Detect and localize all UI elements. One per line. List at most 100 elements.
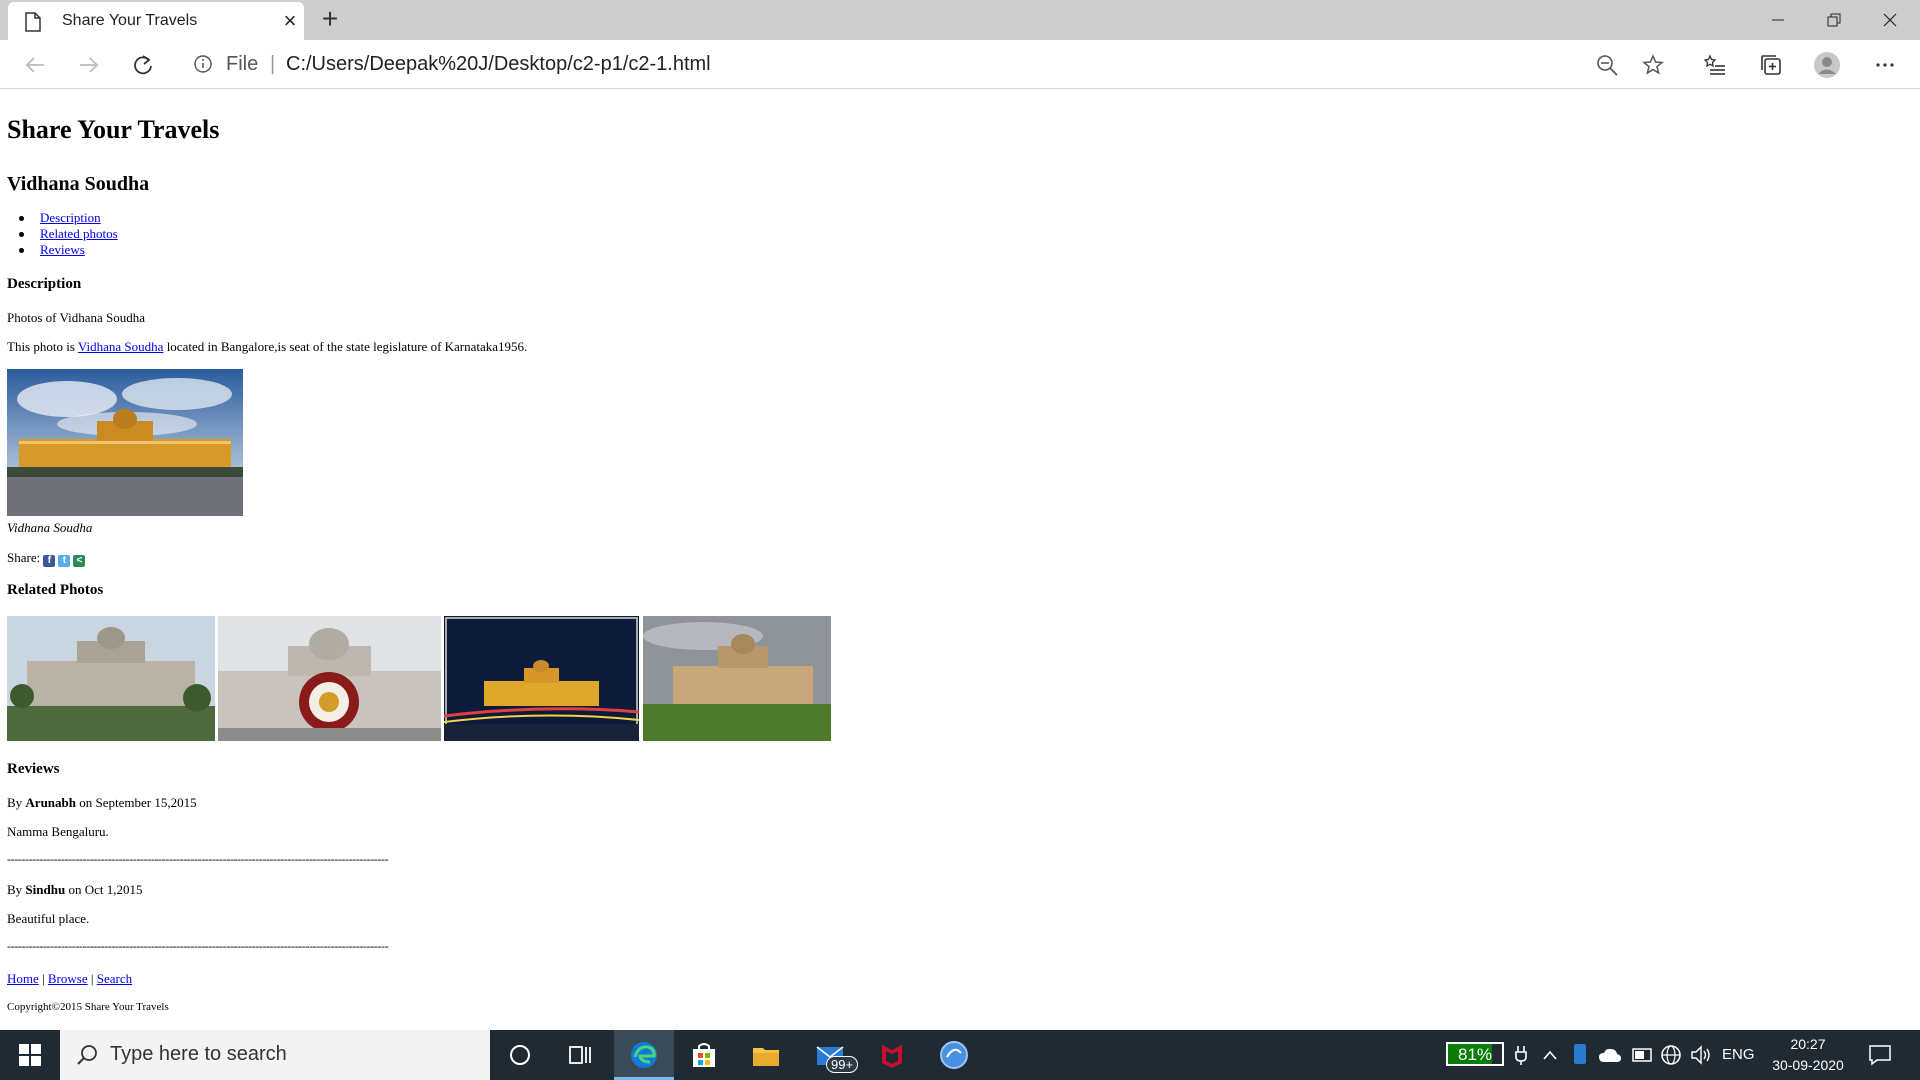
copyright-text: Copyright©2015 Share Your Travels bbox=[7, 1001, 169, 1013]
search-placeholder: Type here to search bbox=[110, 1043, 287, 1065]
main-photo-caption: Vidhana Soudha bbox=[7, 520, 93, 535]
nav-item-reviews: Reviews bbox=[7, 242, 118, 258]
arrow-left-icon bbox=[25, 57, 44, 73]
nav-link-description[interactable]: Description bbox=[40, 210, 101, 225]
share-icon[interactable]: < bbox=[73, 555, 86, 567]
windows-icon bbox=[19, 1044, 41, 1066]
network-icon[interactable] bbox=[1632, 1046, 1652, 1064]
related-photos-heading: Related Photos bbox=[7, 582, 104, 598]
address-scheme: File bbox=[226, 53, 259, 75]
battery-indicator[interactable]: 81% bbox=[1446, 1042, 1504, 1066]
review-byline: By Arunabh on September 15,2015 bbox=[7, 795, 197, 811]
tab-title: Share Your Travels bbox=[62, 12, 198, 29]
description-text: This photo is Vidhana Soudha located in … bbox=[7, 339, 527, 355]
refresh-button[interactable] bbox=[126, 48, 160, 82]
description-sentence-end: located in Bangalore,is seat of the stat… bbox=[163, 339, 528, 354]
browser-tab[interactable]: Share Your Travels × bbox=[8, 2, 304, 40]
browser-tab-strip: Share Your Travels × + bbox=[0, 0, 1920, 40]
footer-separator: | bbox=[87, 971, 97, 986]
favorite-button[interactable] bbox=[1636, 48, 1670, 82]
section-nav: Description Related photos Reviews bbox=[7, 210, 118, 258]
address-bar[interactable]: File | C:/Users/Deepak%20J/Desktop/c2-p1… bbox=[180, 44, 1678, 84]
restore-button[interactable] bbox=[1806, 0, 1862, 40]
review-divider: ----------------------------------------… bbox=[7, 852, 389, 866]
arrow-right-icon bbox=[80, 57, 99, 73]
taskbar-mail[interactable]: 99+ bbox=[800, 1030, 860, 1080]
favorites-list-icon bbox=[1704, 54, 1725, 75]
share-bar: Share: f t < bbox=[7, 550, 88, 567]
start-button[interactable] bbox=[0, 1030, 60, 1080]
cortana-icon bbox=[510, 1045, 530, 1065]
back-button[interactable] bbox=[18, 48, 52, 82]
forward-button[interactable] bbox=[72, 48, 106, 82]
browser-toolbar: File | C:/Users/Deepak%20J/Desktop/c2-p1… bbox=[0, 40, 1920, 89]
folder-icon bbox=[753, 1048, 779, 1066]
description-heading: Description bbox=[7, 276, 82, 292]
close-window-button[interactable] bbox=[1862, 0, 1918, 40]
review-divider: ----------------------------------------… bbox=[7, 939, 389, 953]
page-title: Share Your Travels bbox=[7, 115, 220, 144]
more-icon bbox=[1876, 63, 1894, 67]
page-icon bbox=[25, 12, 41, 32]
favorites-list-button[interactable] bbox=[1698, 48, 1732, 82]
refresh-icon bbox=[134, 55, 152, 75]
nav-link-reviews[interactable]: Reviews bbox=[40, 242, 85, 257]
store-icon bbox=[693, 1043, 715, 1067]
volume-icon[interactable] bbox=[1690, 1044, 1712, 1066]
info-icon bbox=[194, 55, 212, 73]
taskbar-mcafee[interactable] bbox=[862, 1030, 922, 1080]
related-photo[interactable] bbox=[643, 616, 831, 741]
taskbar-store[interactable] bbox=[674, 1030, 734, 1080]
related-photo[interactable] bbox=[444, 616, 639, 741]
settings-menu-button[interactable] bbox=[1868, 48, 1902, 82]
review-author: Arunabh bbox=[25, 795, 76, 810]
avatar-icon bbox=[1814, 52, 1840, 78]
nav-link-related-photos[interactable]: Related photos bbox=[40, 226, 118, 241]
collections-button[interactable] bbox=[1754, 48, 1788, 82]
review-author: Sindhu bbox=[25, 882, 66, 897]
footer-link-home[interactable]: Home bbox=[7, 971, 39, 986]
related-photo[interactable] bbox=[7, 616, 215, 741]
review-byline: By Sindhu on Oct 1,2015 bbox=[7, 882, 142, 898]
new-tab-button[interactable]: + bbox=[314, 4, 346, 36]
clock-time: 20:27 bbox=[1790, 1036, 1826, 1052]
power-plug-icon bbox=[1515, 1046, 1527, 1065]
tablet-icon[interactable] bbox=[1573, 1043, 1587, 1065]
zoom-button[interactable] bbox=[1590, 48, 1624, 82]
address-url[interactable]: C:/Users/Deepak%20J/Desktop/c2-p1/c2-1.h… bbox=[286, 53, 711, 76]
restore-icon bbox=[1827, 13, 1841, 27]
review-by-label: By bbox=[7, 882, 26, 897]
cortana-button[interactable] bbox=[490, 1030, 550, 1080]
cloud-icon[interactable] bbox=[1598, 1046, 1622, 1064]
chevron-up-icon[interactable] bbox=[1542, 1048, 1558, 1062]
mcafee-icon bbox=[882, 1045, 902, 1068]
taskbar-edge[interactable] bbox=[614, 1030, 674, 1080]
close-tab-icon[interactable]: × bbox=[278, 8, 302, 34]
task-view-icon bbox=[569, 1046, 591, 1064]
related-photo-image bbox=[218, 616, 441, 741]
place-title: Vidhana Soudha bbox=[7, 173, 150, 195]
related-photo[interactable] bbox=[218, 616, 441, 741]
globe-icon[interactable] bbox=[1660, 1044, 1682, 1066]
description-intro: Photos of Vidhana Soudha bbox=[7, 310, 146, 325]
taskbar-app[interactable] bbox=[924, 1030, 984, 1080]
notification-icon[interactable] bbox=[1868, 1044, 1892, 1066]
twitter-icon[interactable]: t bbox=[58, 555, 71, 567]
vidhana-soudha-link[interactable]: Vidhana Soudha bbox=[78, 339, 164, 354]
input-language[interactable]: ENG bbox=[1722, 1046, 1755, 1066]
taskbar-search-input[interactable]: Type here to search bbox=[60, 1030, 490, 1080]
review-date: on Oct 1,2015 bbox=[65, 882, 143, 897]
taskbar-file-explorer[interactable] bbox=[736, 1030, 796, 1080]
review-text: Namma Bengaluru. bbox=[7, 824, 109, 839]
facebook-icon[interactable]: f bbox=[43, 555, 56, 567]
footer-link-search[interactable]: Search bbox=[97, 971, 132, 986]
review-date: on September 15,2015 bbox=[76, 795, 197, 810]
main-photo[interactable] bbox=[7, 369, 243, 516]
minimize-button[interactable] bbox=[1750, 0, 1806, 40]
profile-button[interactable] bbox=[1810, 48, 1844, 82]
taskbar: Type here to search 99+ 81% ENG 20:27 30… bbox=[0, 1030, 1920, 1080]
clock[interactable]: 20:27 30-09-2020 bbox=[1768, 1034, 1848, 1078]
task-view-button[interactable] bbox=[550, 1030, 610, 1080]
address-separator: | bbox=[270, 53, 276, 75]
footer-link-browse[interactable]: Browse bbox=[48, 971, 88, 986]
